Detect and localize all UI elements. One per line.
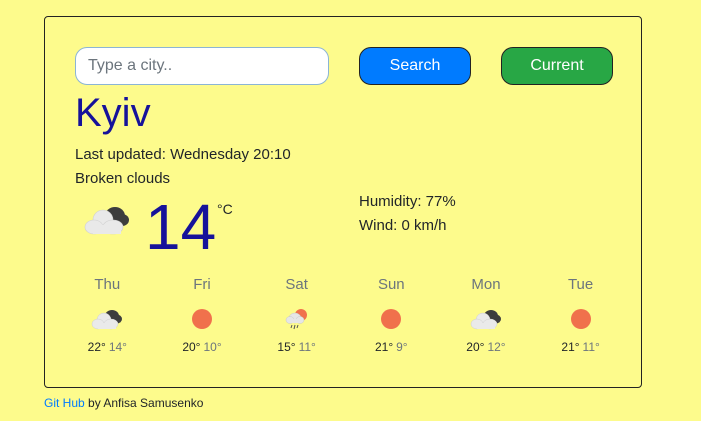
forecast-day-name: Tue [567, 276, 594, 293]
forecast-day-name: Sat [285, 276, 308, 293]
weather-description: Broken clouds [75, 170, 171, 187]
forecast-temps: 15° 11° [249, 339, 344, 355]
forecast-max: 20° [182, 340, 201, 354]
temperature-unit[interactable]: °C [217, 201, 233, 217]
forecast-max: 15° [277, 340, 296, 354]
rain-icon [285, 309, 307, 330]
broken-clouds-icon [470, 310, 501, 330]
wind-value: Wind: 0 km/h [359, 217, 447, 234]
current-temperature: 14 [145, 191, 217, 263]
city-name: Kyiv [75, 91, 151, 135]
forecast-max: 21° [561, 340, 580, 354]
current-location-button[interactable]: Current [501, 47, 613, 85]
forecast-day-name: Mon [471, 276, 501, 293]
forecast-day: Sun 21° 9° [344, 275, 439, 365]
broken-clouds-icon [92, 310, 123, 330]
forecast-min: 12° [487, 340, 506, 354]
forecast-day-name: Fri [193, 276, 211, 293]
forecast-temps: 21° 11° [533, 339, 628, 355]
forecast-min: 9° [396, 340, 408, 354]
forecast-day-name: Thu [94, 276, 121, 293]
forecast-temps: 20° 12° [439, 339, 534, 355]
search-button[interactable]: Search [359, 47, 471, 85]
city-search-input[interactable] [75, 47, 329, 85]
forecast-max: 20° [466, 340, 485, 354]
github-link[interactable]: Git Hub [44, 396, 85, 410]
forecast-max: 21° [374, 340, 394, 354]
sun-icon [191, 309, 212, 329]
forecast-temps: 22° 14° [60, 339, 155, 355]
forecast-day: Thu 22° 14° [60, 275, 155, 365]
forecast-temps: 21° 9° [344, 339, 439, 355]
forecast-day-name: Sun [377, 276, 405, 293]
humidity-value: Humidity: 77% [359, 193, 456, 210]
forecast-min: 11° [298, 340, 316, 354]
forecast-day: Tue 21° 11° [533, 275, 628, 365]
broken-clouds-icon [84, 207, 129, 235]
footer-author: by Anfisa Samusenko [84, 396, 204, 410]
last-updated: Last updated: Wednesday 20:10 [75, 146, 291, 163]
weather-card: Search Current Kyiv Last updated: Wednes… [44, 16, 642, 388]
forecast-max: 22° [87, 340, 106, 354]
forecast-min: 14° [108, 340, 127, 354]
forecast-temps: 20° 10° [155, 339, 250, 355]
forecast-day: Sat 15° 11° [249, 275, 344, 365]
forecast-day: Fri 20° 10° [155, 275, 250, 365]
forecast-min: 11° [582, 340, 600, 354]
forecast-day: Mon 20° 12° [439, 275, 534, 365]
footer: Git Hub by Anfisa Samusenko [44, 396, 203, 410]
forecast-min: 10° [203, 340, 222, 354]
sun-icon [570, 309, 591, 329]
sun-icon [381, 309, 402, 329]
forecast-row: Thu 22° 14° Fri 20° 10° Sat 15° 11° Sun … [60, 275, 628, 365]
